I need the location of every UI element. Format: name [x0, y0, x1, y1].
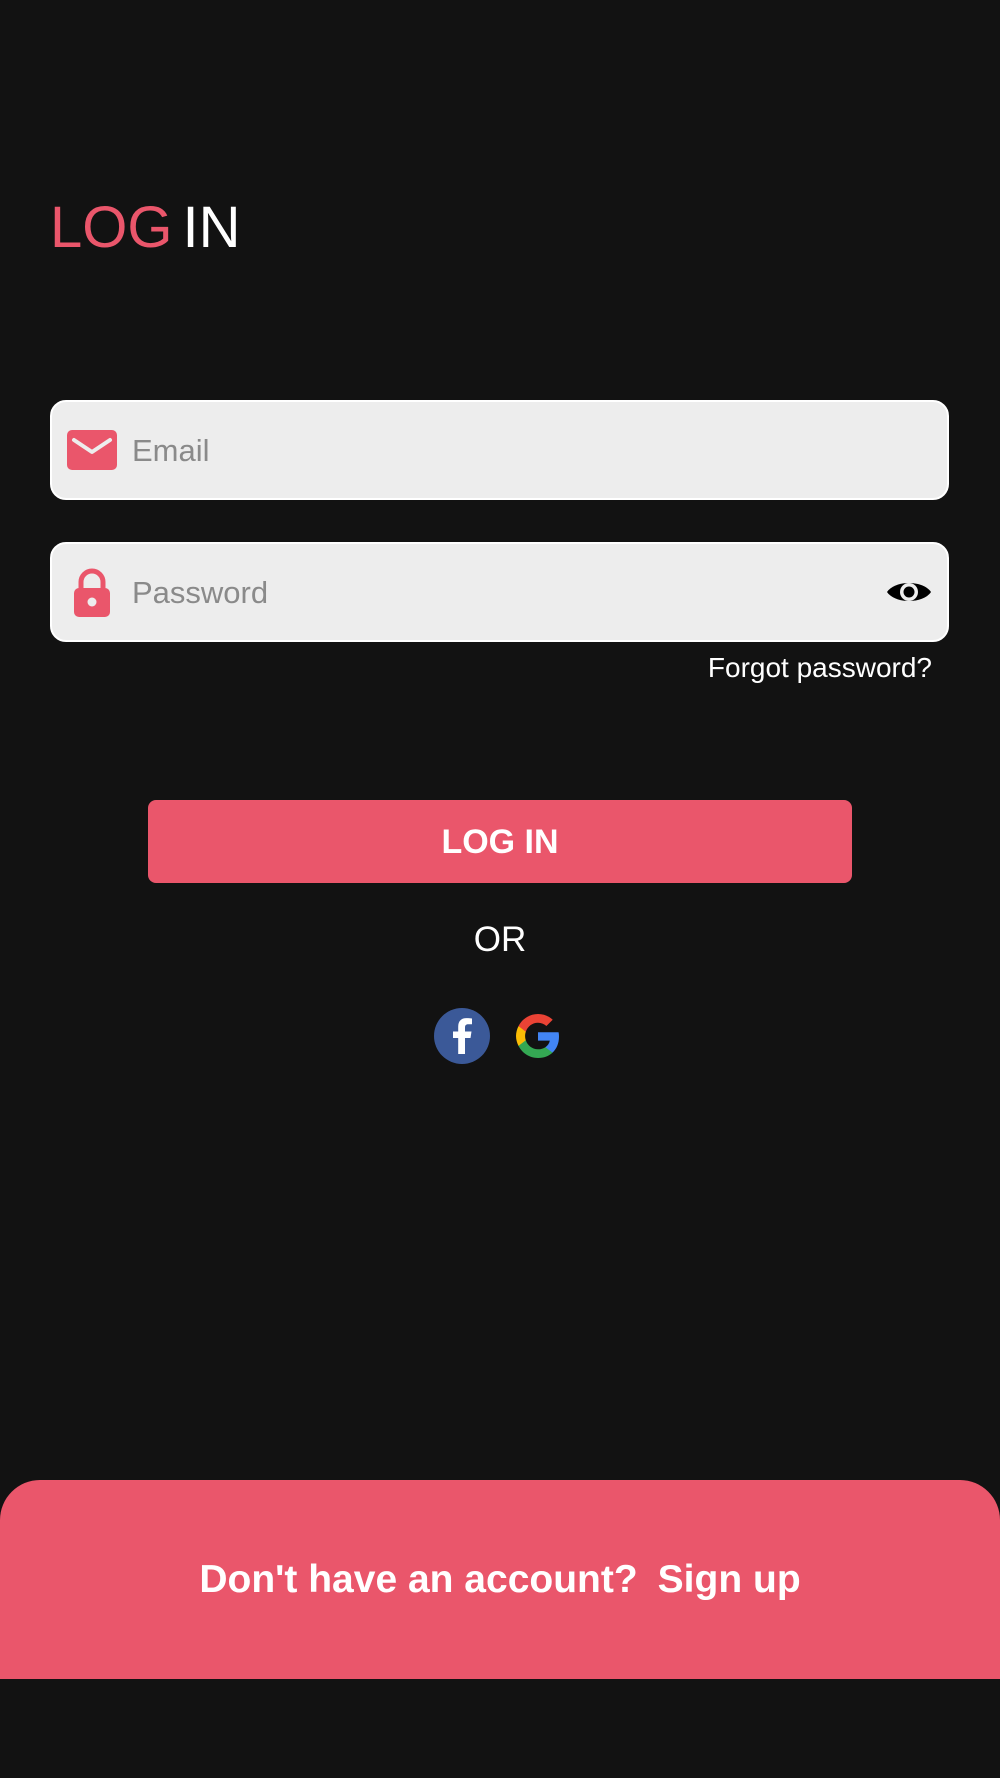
signup-footer: Don't have an account? Sign up: [0, 1480, 1000, 1679]
signup-link[interactable]: Sign up: [658, 1558, 801, 1601]
eye-icon[interactable]: [885, 568, 933, 616]
login-screen: LOGIN Forgot password? LOG IN OR: [0, 0, 1000, 1778]
or-divider-label: OR: [473, 920, 527, 959]
google-icon[interactable]: [509, 1007, 567, 1065]
login-button[interactable]: LOG IN: [148, 800, 852, 883]
facebook-icon[interactable]: [433, 1007, 491, 1065]
envelope-icon: [67, 430, 117, 470]
title-part-in: IN: [182, 195, 241, 260]
forgot-password-link[interactable]: Forgot password?: [708, 652, 932, 684]
page-title: LOG IN: [50, 190, 241, 266]
title-part-log: LOG: [50, 195, 173, 260]
email-field-container: [50, 400, 949, 500]
lock-icon: [74, 568, 110, 617]
password-input[interactable]: [130, 544, 874, 642]
no-account-text: Don't have an account?: [199, 1558, 638, 1601]
password-field-container: [50, 542, 949, 642]
signup-prompt: Don't have an account? Sign up: [0, 1480, 1000, 1679]
email-input[interactable]: [130, 402, 874, 500]
